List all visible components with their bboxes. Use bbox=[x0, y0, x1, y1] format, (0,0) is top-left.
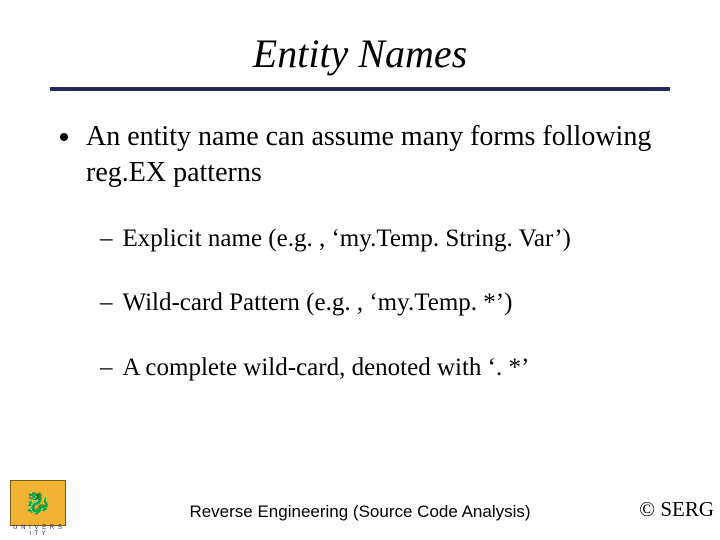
footer-text: Reverse Engineering (Source Code Analysi… bbox=[189, 502, 530, 522]
sub-bullet-text: Explicit name (e.g. , ‘my.Temp. String. … bbox=[123, 223, 571, 256]
main-bullet-text: An entity name can assume many forms fol… bbox=[86, 119, 670, 191]
main-bullet: An entity name can assume many forms fol… bbox=[60, 119, 670, 191]
bullet-dot-icon bbox=[60, 133, 68, 141]
dash-icon: – bbox=[100, 223, 113, 256]
content-area: An entity name can assume many forms fol… bbox=[50, 119, 670, 384]
slide-title: Entity Names bbox=[50, 30, 670, 77]
slide-container: Entity Names An entity name can assume m… bbox=[0, 0, 720, 540]
logo-university-label: U N I V E R S I T Y bbox=[11, 525, 65, 537]
footer: 🐉 U N I V E R S I T Y Reverse Engineerin… bbox=[0, 476, 720, 530]
sub-bullet-text: Wild-card Pattern (e.g. , ‘my.Temp. *’) bbox=[123, 287, 513, 320]
title-divider bbox=[50, 87, 670, 91]
sub-bullet: – Explicit name (e.g. , ‘my.Temp. String… bbox=[100, 223, 670, 256]
sub-bullet-text: A complete wild-card, denoted with ‘. *’ bbox=[123, 352, 530, 385]
dash-icon: – bbox=[100, 352, 113, 385]
sub-bullet: – A complete wild-card, denoted with ‘. … bbox=[100, 352, 670, 385]
sub-bullet: – Wild-card Pattern (e.g. , ‘my.Temp. *’… bbox=[100, 287, 670, 320]
dash-icon: – bbox=[100, 287, 113, 320]
copyright-text: © SERG bbox=[639, 497, 714, 522]
drexel-logo: 🐉 U N I V E R S I T Y bbox=[10, 480, 66, 526]
sub-bullet-list: – Explicit name (e.g. , ‘my.Temp. String… bbox=[60, 223, 670, 385]
dragon-icon: 🐉 bbox=[24, 492, 51, 514]
